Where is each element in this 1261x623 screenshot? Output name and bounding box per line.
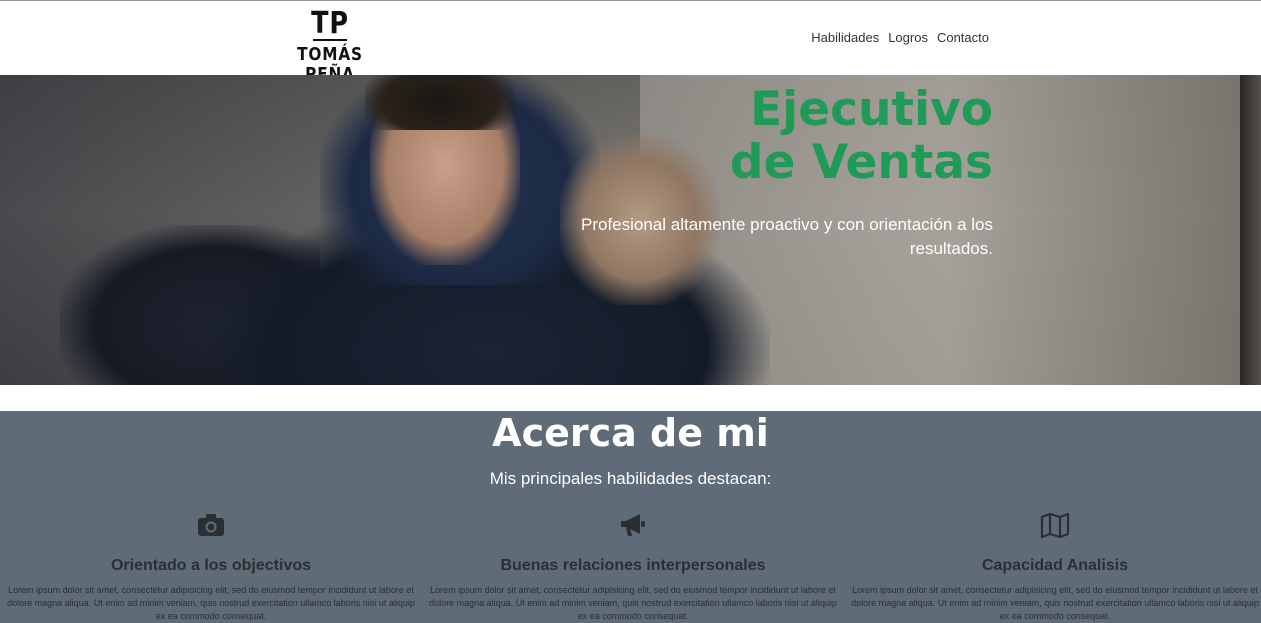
nav-link-logros[interactable]: Logros (888, 30, 928, 48)
hero-title-line2: de Ventas (729, 135, 993, 190)
skill-title: Buenas relaciones interpersonales (500, 557, 766, 574)
map-icon (1040, 512, 1070, 539)
nav-link-habilidades[interactable]: Habilidades (811, 30, 879, 48)
nav-link-contacto[interactable]: Contacto (937, 30, 989, 48)
about-title: Acerca de mi (492, 411, 769, 455)
site-header: TP TOMÁS PEÑA Habilidades Logros Contact… (0, 1, 1261, 85)
skills-list: Orientado a los objectivos Lorem ipsum d… (0, 511, 1261, 623)
skill-card: Buenas relaciones interpersonales Lorem … (422, 511, 844, 623)
hero-title: Ejecutivo de Ventas (573, 83, 993, 189)
hero-photo-hair (365, 75, 515, 130)
about-section: Acerca de mi Mis principales habilidades… (0, 411, 1261, 623)
megaphone-icon (621, 514, 645, 536)
skill-title: Orientado a los objectivos (110, 557, 312, 574)
hero-banner: Ejecutivo de Ventas Profesional altament… (0, 75, 1261, 385)
skill-text: Lorem ipsum dolor sit amet, consectetur … (429, 585, 837, 621)
skill-card: Capacidad Analisis Lorem ipsum dolor sit… (844, 511, 1261, 623)
camera-icon (198, 514, 224, 536)
site-logo[interactable]: TP TOMÁS PEÑA (270, 6, 390, 85)
hero-subtitle: Profesional altamente proactivo y con or… (580, 215, 993, 258)
skill-text: Lorem ipsum dolor sit amet, consectetur … (7, 585, 415, 621)
skill-card: Orientado a los objectivos Lorem ipsum d… (0, 511, 422, 623)
hero-title-line1: Ejecutivo (750, 82, 993, 137)
skill-text: Lorem ipsum dolor sit amet, consectetur … (851, 585, 1259, 621)
main-nav: Habilidades Logros Contacto (811, 30, 989, 48)
skill-title: Capacidad Analisis (981, 557, 1129, 574)
logo-monogram: TP (311, 6, 349, 41)
hero-background-pillar (1240, 75, 1261, 385)
about-lead: Mis principales habilidades destacan: (489, 469, 772, 488)
